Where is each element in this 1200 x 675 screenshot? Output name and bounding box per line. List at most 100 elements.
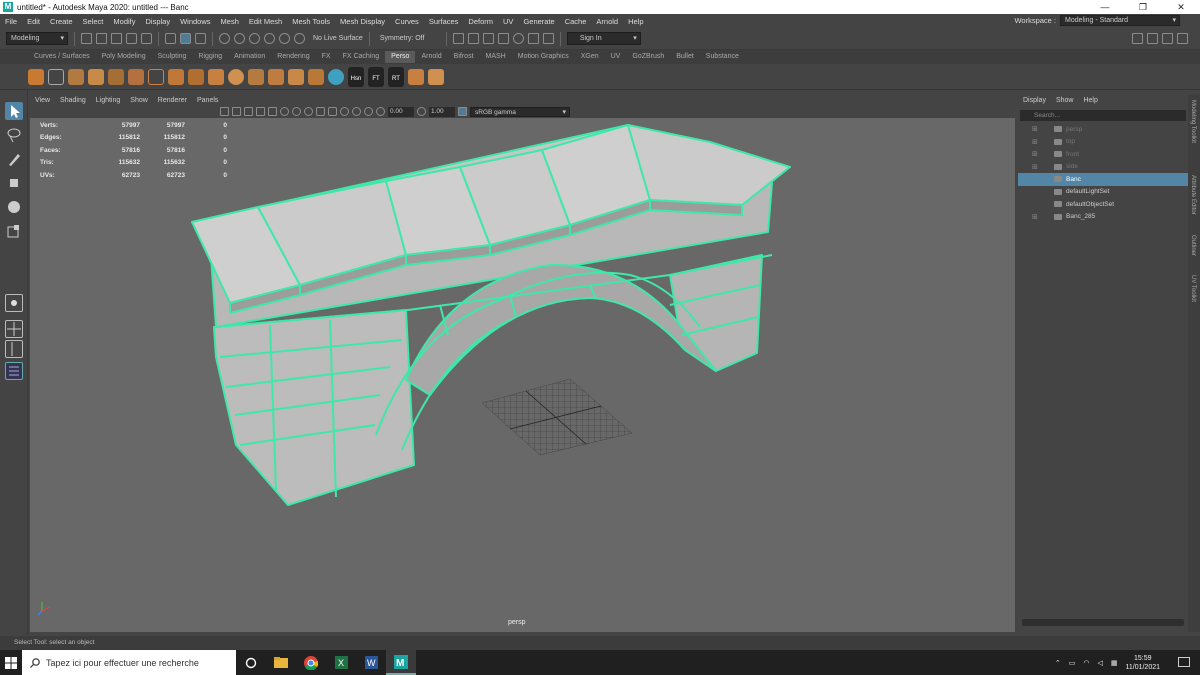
menu-cache[interactable]: Cache bbox=[560, 17, 592, 26]
rt-script-button[interactable]: RT bbox=[388, 66, 404, 87]
close-button[interactable]: ✕ bbox=[1162, 0, 1200, 14]
undo-icon[interactable] bbox=[126, 33, 137, 44]
scale-tool-icon[interactable] bbox=[5, 222, 23, 240]
network-icon[interactable]: ▭ bbox=[1069, 659, 1076, 667]
shelf-tab-bifrost[interactable]: Bifrost bbox=[448, 51, 480, 63]
shelf-tab-rendering[interactable]: Rendering bbox=[271, 51, 315, 63]
rotate-tool-icon[interactable] bbox=[5, 198, 23, 216]
menu-surfaces[interactable]: Surfaces bbox=[424, 17, 464, 26]
smooth-icon[interactable] bbox=[268, 68, 284, 85]
append-poly-icon[interactable] bbox=[148, 68, 164, 85]
menu-help[interactable]: Help bbox=[623, 17, 648, 26]
volume-icon[interactable]: ◁ bbox=[1097, 659, 1102, 667]
maximize-button[interactable]: ❐ bbox=[1124, 0, 1162, 14]
quad-draw-icon[interactable] bbox=[288, 68, 304, 85]
windows-start-icon[interactable] bbox=[0, 650, 22, 675]
shelf-tab-substance[interactable]: Substance bbox=[700, 51, 745, 63]
outliner-item-persp[interactable]: ⊞ persp bbox=[1018, 123, 1188, 136]
outliner-item-top[interactable]: ⊞ top bbox=[1018, 136, 1188, 149]
pause-icon[interactable] bbox=[542, 33, 554, 44]
menu-arnold[interactable]: Arnold bbox=[591, 17, 623, 26]
menu-edit-mesh[interactable]: Edit Mesh bbox=[244, 17, 287, 26]
menu-set-dropdown[interactable]: Modeling bbox=[6, 32, 68, 45]
target-weld-icon[interactable] bbox=[308, 68, 324, 85]
open-scene-icon[interactable] bbox=[96, 33, 107, 44]
outliner-item-side[interactable]: ⊞ side bbox=[1018, 161, 1188, 174]
language-icon[interactable]: ▦ bbox=[1111, 659, 1118, 667]
snap-point-icon[interactable] bbox=[249, 33, 260, 44]
file-explorer-icon[interactable] bbox=[266, 650, 296, 675]
mirror-icon[interactable] bbox=[248, 68, 264, 85]
extrude-icon[interactable] bbox=[68, 68, 84, 85]
expand-icon[interactable]: ⊞ bbox=[1032, 213, 1038, 221]
shelf-tab-gozbrush[interactable]: GoZBrush bbox=[626, 51, 670, 63]
single-perspective-layout-icon[interactable] bbox=[5, 294, 23, 312]
menu-display[interactable]: Display bbox=[141, 17, 176, 26]
hypershade-icon[interactable] bbox=[497, 33, 509, 44]
task-view-icon[interactable] bbox=[236, 650, 266, 675]
outliner-toggle-icon[interactable] bbox=[1177, 33, 1188, 44]
modeling-toolkit-icon[interactable] bbox=[1132, 33, 1143, 44]
shelf-tab-mash[interactable]: MASH bbox=[480, 51, 512, 63]
separate-icon[interactable] bbox=[208, 68, 224, 85]
workspace-dropdown[interactable]: Modeling - Standard bbox=[1060, 15, 1180, 26]
outliner-item-defaultlightset[interactable]: defaultLightSet bbox=[1018, 186, 1188, 199]
tray-chevron-icon[interactable]: ⌃ bbox=[1055, 659, 1061, 667]
outliner-item-banc[interactable]: Banc bbox=[1018, 173, 1188, 186]
move-tool-icon[interactable] bbox=[5, 174, 23, 192]
side-tab-uv-toolkit[interactable]: UV Toolkit bbox=[1190, 275, 1196, 302]
clock[interactable]: 15:59 11/01/2021 bbox=[1125, 654, 1160, 672]
outliner-item-banc-285[interactable]: ⊞ Banc_285 bbox=[1018, 211, 1188, 224]
shelf-tab-motion-graphics[interactable]: Motion Graphics bbox=[512, 51, 575, 63]
snap-view-icon[interactable] bbox=[264, 33, 275, 44]
grid-plane-icon[interactable] bbox=[48, 68, 64, 85]
menu-deform[interactable]: Deform bbox=[463, 17, 498, 26]
expand-icon[interactable]: ⊞ bbox=[1032, 150, 1038, 158]
excel-icon[interactable]: X bbox=[326, 650, 356, 675]
combine-icon[interactable] bbox=[188, 68, 204, 85]
select-component-icon[interactable] bbox=[195, 33, 206, 44]
freeze-icon[interactable] bbox=[408, 68, 424, 85]
shelf-tab-uv[interactable]: UV bbox=[605, 51, 627, 63]
side-tab-outliner[interactable]: Outliner bbox=[1190, 235, 1196, 256]
menu-mesh-display[interactable]: Mesh Display bbox=[335, 17, 390, 26]
menu-mesh[interactable]: Mesh bbox=[216, 17, 244, 26]
new-scene-icon[interactable] bbox=[81, 33, 92, 44]
bridge-icon[interactable] bbox=[108, 68, 124, 85]
shelf-tab-xgen[interactable]: XGen bbox=[575, 51, 605, 63]
bool-union-icon[interactable] bbox=[128, 68, 144, 85]
snap-surface-icon[interactable] bbox=[279, 33, 290, 44]
menu-windows[interactable]: Windows bbox=[175, 17, 215, 26]
symmetry-label[interactable]: Symmetry: Off bbox=[380, 35, 440, 42]
outliner-menu-show[interactable]: Show bbox=[1051, 97, 1079, 104]
snap-grid-icon[interactable] bbox=[219, 33, 230, 44]
shelf-tab-animation[interactable]: Animation bbox=[228, 51, 271, 63]
menu-modify[interactable]: Modify bbox=[108, 17, 140, 26]
chrome-icon[interactable] bbox=[296, 650, 326, 675]
shelf-tab-fx[interactable]: FX bbox=[316, 51, 337, 63]
outliner-menu-display[interactable]: Display bbox=[1018, 97, 1051, 104]
expand-icon[interactable]: ⊞ bbox=[1032, 163, 1038, 171]
sphere-icon[interactable] bbox=[228, 68, 244, 85]
outliner-scrollbar[interactable] bbox=[1022, 619, 1184, 626]
menu-mesh-tools[interactable]: Mesh Tools bbox=[287, 17, 335, 26]
cube-tool-icon[interactable] bbox=[28, 68, 44, 85]
maya-taskbar-icon[interactable]: M bbox=[386, 650, 416, 675]
hsn-script-button[interactable]: Hsn bbox=[348, 66, 364, 87]
menu-file[interactable]: File bbox=[0, 17, 22, 26]
redo-icon[interactable] bbox=[141, 33, 152, 44]
shelf-tab-fx-caching[interactable]: FX Caching bbox=[337, 51, 386, 63]
shelf-tab-bullet[interactable]: Bullet bbox=[670, 51, 700, 63]
select-object-icon[interactable] bbox=[180, 33, 191, 44]
select-hierarchy-icon[interactable] bbox=[165, 33, 176, 44]
center-pivot-icon[interactable] bbox=[428, 68, 444, 85]
menu-uv[interactable]: UV bbox=[498, 17, 518, 26]
outliner-item-front[interactable]: ⊞ front bbox=[1018, 148, 1188, 161]
menu-curves[interactable]: Curves bbox=[390, 17, 424, 26]
wifi-icon[interactable]: ◠ bbox=[1083, 659, 1089, 667]
snap-curve-icon[interactable] bbox=[234, 33, 245, 44]
outliner-menu-help[interactable]: Help bbox=[1078, 97, 1102, 104]
side-tab-attribute-editor[interactable]: Attribute Editor bbox=[1190, 175, 1196, 215]
select-tool-icon[interactable] bbox=[5, 102, 23, 120]
sign-in-dropdown[interactable]: Sign In bbox=[566, 32, 641, 45]
